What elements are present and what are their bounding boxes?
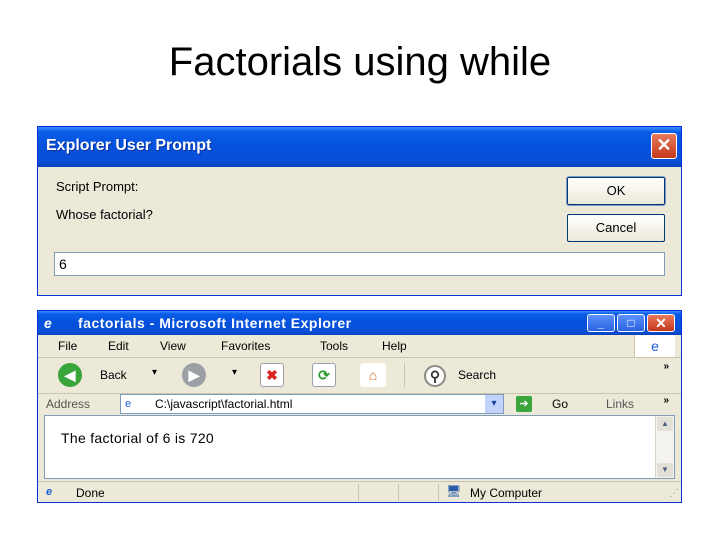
address-bar: Address e C:\javascript\factorial.html ▾… [38,393,681,415]
close-icon: ✕ [655,315,667,331]
dialog-titlebar[interactable]: Explorer User Prompt ✕ [38,127,681,167]
cancel-button[interactable]: Cancel [567,214,665,242]
menu-view[interactable]: View [160,339,186,353]
address-label: Address [46,397,91,411]
page-content: The factorial of 6 is 720 ▲ ▼ [44,415,675,479]
slide-title: Factorials using while [168,40,552,84]
maximize-icon: □ [627,316,635,330]
menu-help[interactable]: Help [382,339,407,353]
forward-arrow-icon[interactable]: ▶ [182,363,206,387]
toolbar-separator [404,363,405,387]
vertical-scrollbar[interactable]: ▲ ▼ [655,416,674,478]
scroll-down-icon[interactable]: ▼ [657,463,673,477]
status-separator [438,484,439,501]
resize-grip-icon[interactable]: ⋰ [669,488,679,499]
toolbar-chevron-icon[interactable]: » [663,361,669,372]
status-separator [398,484,399,501]
my-computer-icon: 🖥 [446,484,462,498]
menu-bar: File Edit View Favorites Tools Help [38,335,681,358]
explorer-user-prompt-dialog: Explorer User Prompt ✕ Script Prompt: Wh… [37,126,682,296]
ie-logo-icon: e [44,315,52,331]
maximize-button[interactable]: □ [617,314,645,332]
dialog-close-button[interactable]: ✕ [651,133,677,159]
minimize-icon: _ [597,316,605,330]
prompt-input[interactable] [54,252,665,276]
address-dropdown-icon[interactable]: ▾ [485,395,503,413]
back-button-label[interactable]: Back [100,368,127,382]
prompt-question: Whose factorial? [56,207,153,222]
stop-icon[interactable]: ✖ [260,363,284,387]
minimize-button[interactable]: _ [587,314,615,332]
search-button-label[interactable]: Search [458,368,496,382]
standard-toolbar: ◀ Back ▾ ▶ ▾ ✖ ⟳ ⌂ ⚲ Search » [38,357,681,394]
ie-window: e factorials - Microsoft Internet Explor… [37,310,682,503]
page-icon: e [125,398,132,410]
windows-flag-icon: e [634,335,675,357]
ie-titlebar[interactable]: e factorials - Microsoft Internet Explor… [38,311,681,335]
home-icon[interactable]: ⌂ [360,363,386,387]
close-icon: ✕ [656,135,672,155]
go-arrow-icon[interactable]: ➔ [516,396,532,412]
security-zone-text: My Computer [470,486,543,500]
back-arrow-icon[interactable]: ◀ [58,363,82,387]
scroll-up-icon[interactable]: ▲ [657,417,673,431]
ie-window-title: factorials - Microsoft Internet Explorer [78,315,352,331]
menu-tools[interactable]: Tools [320,339,348,353]
back-dropdown-icon[interactable]: ▾ [152,367,157,378]
ok-button[interactable]: OK [566,176,666,206]
status-bar: e Done 🖥 My Computer ⋰ [38,481,681,503]
dialog-title: Explorer User Prompt [46,137,212,154]
address-input[interactable]: e C:\javascript\factorial.html ▾ [120,394,504,414]
search-icon[interactable]: ⚲ [424,365,446,387]
links-chevron-icon[interactable]: » [663,395,669,406]
menu-file[interactable]: File [58,339,77,353]
status-text: Done [76,486,105,500]
status-separator [358,484,359,501]
forward-dropdown-icon[interactable]: ▾ [232,367,237,378]
status-page-icon: e [46,486,53,498]
refresh-icon[interactable]: ⟳ [312,363,336,387]
menu-favorites[interactable]: Favorites [221,339,270,353]
window-close-button[interactable]: ✕ [647,314,675,332]
menu-edit[interactable]: Edit [108,339,129,353]
address-url[interactable]: C:\javascript\factorial.html [155,397,292,411]
go-button-label[interactable]: Go [552,397,568,411]
links-label[interactable]: Links [606,397,634,411]
script-prompt-label: Script Prompt: [56,179,139,194]
factorial-result-text: The factorial of 6 is 720 [61,430,215,446]
